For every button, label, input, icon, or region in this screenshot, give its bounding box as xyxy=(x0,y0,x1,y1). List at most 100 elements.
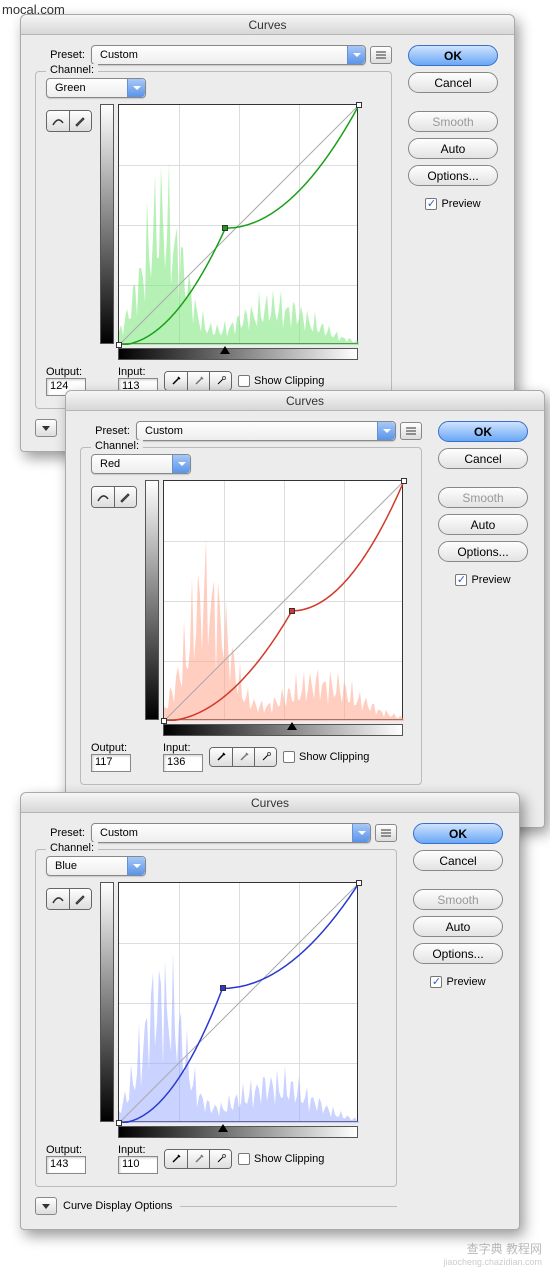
disclosure-button[interactable] xyxy=(35,1197,57,1215)
channel-fieldset: Channel: Red Output: xyxy=(80,447,422,785)
dialog-title: Curves xyxy=(21,793,519,813)
channel-label: Channel: xyxy=(46,842,98,854)
input-label: Input: xyxy=(118,366,158,378)
curve-point[interactable] xyxy=(289,608,295,614)
curve-point[interactable] xyxy=(116,342,122,348)
input-marker-icon[interactable] xyxy=(218,1124,228,1132)
preset-options-icon[interactable] xyxy=(375,824,397,842)
preset-select[interactable]: Custom xyxy=(91,45,366,65)
input-gradient xyxy=(163,724,403,736)
pencil-tool-icon[interactable] xyxy=(69,111,91,131)
channel-select[interactable]: Red xyxy=(91,454,191,474)
chevron-down-icon xyxy=(127,79,145,97)
eyedropper-gray-icon[interactable] xyxy=(187,1150,209,1168)
ok-button[interactable]: OK xyxy=(413,823,503,844)
show-clipping-checkbox[interactable]: Show Clipping xyxy=(238,1153,324,1165)
show-clipping-checkbox[interactable]: Show Clipping xyxy=(283,751,369,763)
preset-label: Preset: xyxy=(80,425,130,437)
output-field[interactable]: 143 xyxy=(46,1156,86,1174)
channel-select[interactable]: Blue xyxy=(46,856,146,876)
smooth-button[interactable]: Smooth xyxy=(408,111,498,132)
show-clipping-checkbox[interactable]: Show Clipping xyxy=(238,375,324,387)
disclosure-button[interactable] xyxy=(35,419,57,437)
preset-select[interactable]: Custom xyxy=(91,823,371,843)
eyedropper-group xyxy=(164,1149,232,1169)
input-label: Input: xyxy=(163,742,203,754)
curve-point[interactable] xyxy=(356,102,362,108)
checkbox-icon xyxy=(238,375,250,387)
output-gradient xyxy=(100,882,114,1122)
input-field[interactable]: 136 xyxy=(163,754,203,772)
cancel-button[interactable]: Cancel xyxy=(413,850,503,871)
eyedropper-white-icon[interactable] xyxy=(209,372,231,390)
curve-tools[interactable] xyxy=(46,110,92,132)
preview-label: Preview xyxy=(446,976,485,988)
options-button[interactable]: Options... xyxy=(438,541,528,562)
preset-options-icon[interactable] xyxy=(400,422,422,440)
eyedropper-black-icon[interactable] xyxy=(210,748,232,766)
eyedropper-group xyxy=(164,371,232,391)
show-clipping-label: Show Clipping xyxy=(254,1153,324,1165)
chevron-down-icon xyxy=(377,422,395,440)
watermark-main: 查字典 教程网 xyxy=(467,1242,542,1256)
curve-point[interactable] xyxy=(401,478,407,484)
auto-button[interactable]: Auto xyxy=(438,514,528,535)
channel-label: Channel: xyxy=(91,440,143,452)
smooth-button[interactable]: Smooth xyxy=(413,889,503,910)
channel-select[interactable]: Green xyxy=(46,78,146,98)
eyedropper-black-icon[interactable] xyxy=(165,372,187,390)
channel-fieldset: Channel: Blue Output xyxy=(35,849,397,1187)
curve-point[interactable] xyxy=(220,985,226,991)
chevron-down-icon xyxy=(352,824,370,842)
cancel-button[interactable]: Cancel xyxy=(408,72,498,93)
curve-tools[interactable] xyxy=(91,486,137,508)
cancel-button[interactable]: Cancel xyxy=(438,448,528,469)
output-gradient xyxy=(100,104,114,344)
input-marker-icon[interactable] xyxy=(220,346,230,354)
auto-button[interactable]: Auto xyxy=(413,916,503,937)
output-label: Output: xyxy=(46,366,92,378)
channel-value: Blue xyxy=(55,860,77,872)
ok-button[interactable]: OK xyxy=(408,45,498,66)
auto-button[interactable]: Auto xyxy=(408,138,498,159)
curve-display-options-label: Curve Display Options xyxy=(63,1200,172,1212)
input-field[interactable]: 110 xyxy=(118,1156,158,1174)
eyedropper-white-icon[interactable] xyxy=(209,1150,231,1168)
channel-value: Red xyxy=(100,458,120,470)
curves-graph[interactable] xyxy=(163,480,403,720)
curve-tool-icon[interactable] xyxy=(92,487,114,507)
curve-tool-icon[interactable] xyxy=(47,111,69,131)
eyedropper-white-icon[interactable] xyxy=(254,748,276,766)
pencil-tool-icon[interactable] xyxy=(114,487,136,507)
show-clipping-label: Show Clipping xyxy=(299,751,369,763)
eyedropper-gray-icon[interactable] xyxy=(232,748,254,766)
eyedropper-gray-icon[interactable] xyxy=(187,372,209,390)
preset-select[interactable]: Custom xyxy=(136,421,396,441)
preview-checkbox[interactable]: Preview xyxy=(425,198,480,210)
dialog-title: Curves xyxy=(66,391,544,411)
curve-point[interactable] xyxy=(356,880,362,886)
curves-graph[interactable] xyxy=(118,882,358,1122)
curves-graph[interactable] xyxy=(118,104,358,344)
output-gradient xyxy=(145,480,159,720)
curve-tools[interactable] xyxy=(46,888,92,910)
input-marker-icon[interactable] xyxy=(287,722,297,730)
preset-options-icon[interactable] xyxy=(370,46,392,64)
divider xyxy=(180,1206,397,1207)
chevron-down-icon xyxy=(172,455,190,473)
preview-checkbox[interactable]: Preview xyxy=(430,976,485,988)
curve-point[interactable] xyxy=(116,1120,122,1126)
eyedropper-black-icon[interactable] xyxy=(165,1150,187,1168)
output-field[interactable]: 117 xyxy=(91,754,131,772)
curve-point[interactable] xyxy=(222,225,228,231)
ok-button[interactable]: OK xyxy=(438,421,528,442)
curve-tool-icon[interactable] xyxy=(47,889,69,909)
pencil-tool-icon[interactable] xyxy=(69,889,91,909)
preset-value: Custom xyxy=(145,425,183,437)
input-gradient xyxy=(118,1126,358,1138)
curve-point[interactable] xyxy=(161,718,167,724)
smooth-button[interactable]: Smooth xyxy=(438,487,528,508)
preview-checkbox[interactable]: Preview xyxy=(455,574,510,586)
options-button[interactable]: Options... xyxy=(413,943,503,964)
options-button[interactable]: Options... xyxy=(408,165,498,186)
